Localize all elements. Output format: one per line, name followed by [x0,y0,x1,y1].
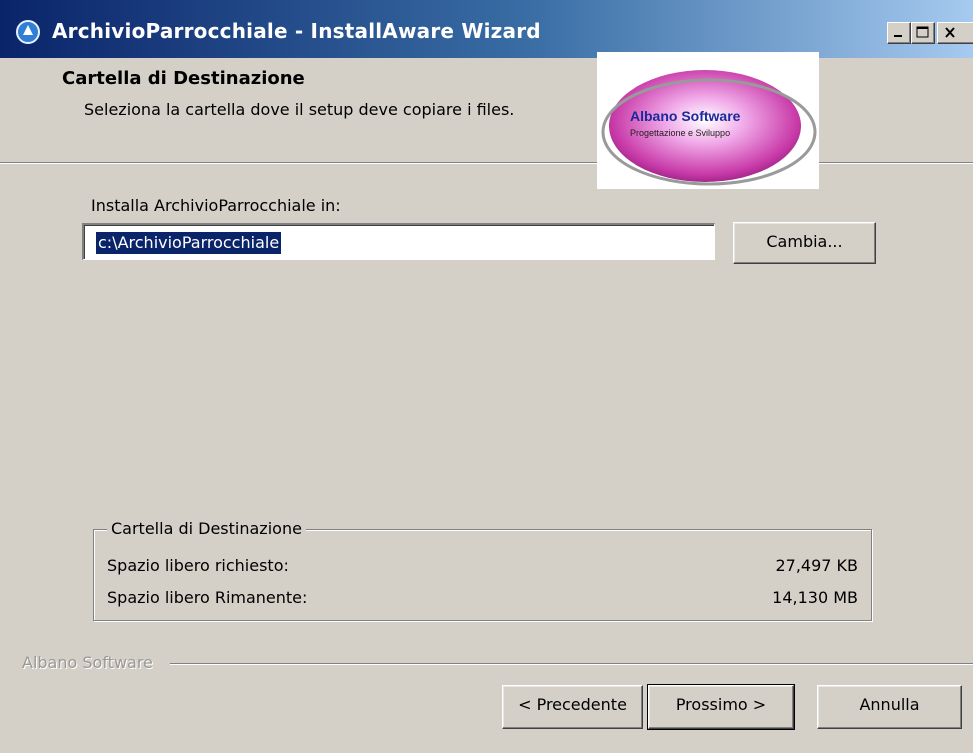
window-title: ArchivioParrocchiale - InstallAware Wiza… [52,19,541,43]
change-folder-label: Cambia... [766,232,843,251]
title-bar[interactable]: ArchivioParrocchiale - InstallAware Wiza… [0,0,973,60]
remaining-space-label: Spazio libero Rimanente: [107,588,308,607]
back-button[interactable]: < Precedente [502,685,643,729]
maximize-button[interactable] [911,22,935,44]
wizard-header: Cartella di Destinazione Seleziona la ca… [0,58,973,164]
cancel-button-label: Annulla [859,695,920,714]
disk-space-group-title: Cartella di Destinazione [107,519,306,538]
cancel-button[interactable]: Annulla [817,685,962,729]
install-location-label: Installa ArchivioParrocchiale in: [91,196,341,215]
maximize-icon [916,26,929,38]
remaining-space-value: 14,130 MB [772,588,858,607]
page-subtitle: Seleziona la cartella dove il setup deve… [84,100,515,119]
change-folder-button[interactable]: Cambia... [733,222,876,264]
installaware-icon [16,20,40,44]
next-button-label: Prossimo > [675,695,767,714]
minimize-icon [894,35,902,37]
required-space-value: 27,497 KB [775,556,858,575]
footer-divider-highlight [170,664,973,665]
install-path-value[interactable]: c:\ArchivioParrocchiale [96,232,282,254]
disk-space-group [93,529,872,621]
minimize-button[interactable] [887,22,911,44]
page-title: Cartella di Destinazione [62,68,305,89]
install-path-input[interactable]: c:\ArchivioParrocchiale [82,223,715,260]
required-space-label: Spazio libero richiesto: [107,556,289,575]
installer-window: ArchivioParrocchiale - InstallAware Wiza… [0,0,973,753]
logo-brand-text: Albano Software [630,108,741,124]
close-button[interactable] [937,22,973,44]
close-icon [945,27,955,38]
next-button[interactable]: Prossimo > [647,684,795,730]
footer-brand: Albano Software [22,653,153,672]
header-divider-highlight [0,163,973,164]
back-button-label: < Precedente [518,695,627,714]
logo-tagline-text: Progettazione e Sviluppo [630,128,731,138]
brand-logo: Albano Software Progettazione e Sviluppo [597,52,819,189]
